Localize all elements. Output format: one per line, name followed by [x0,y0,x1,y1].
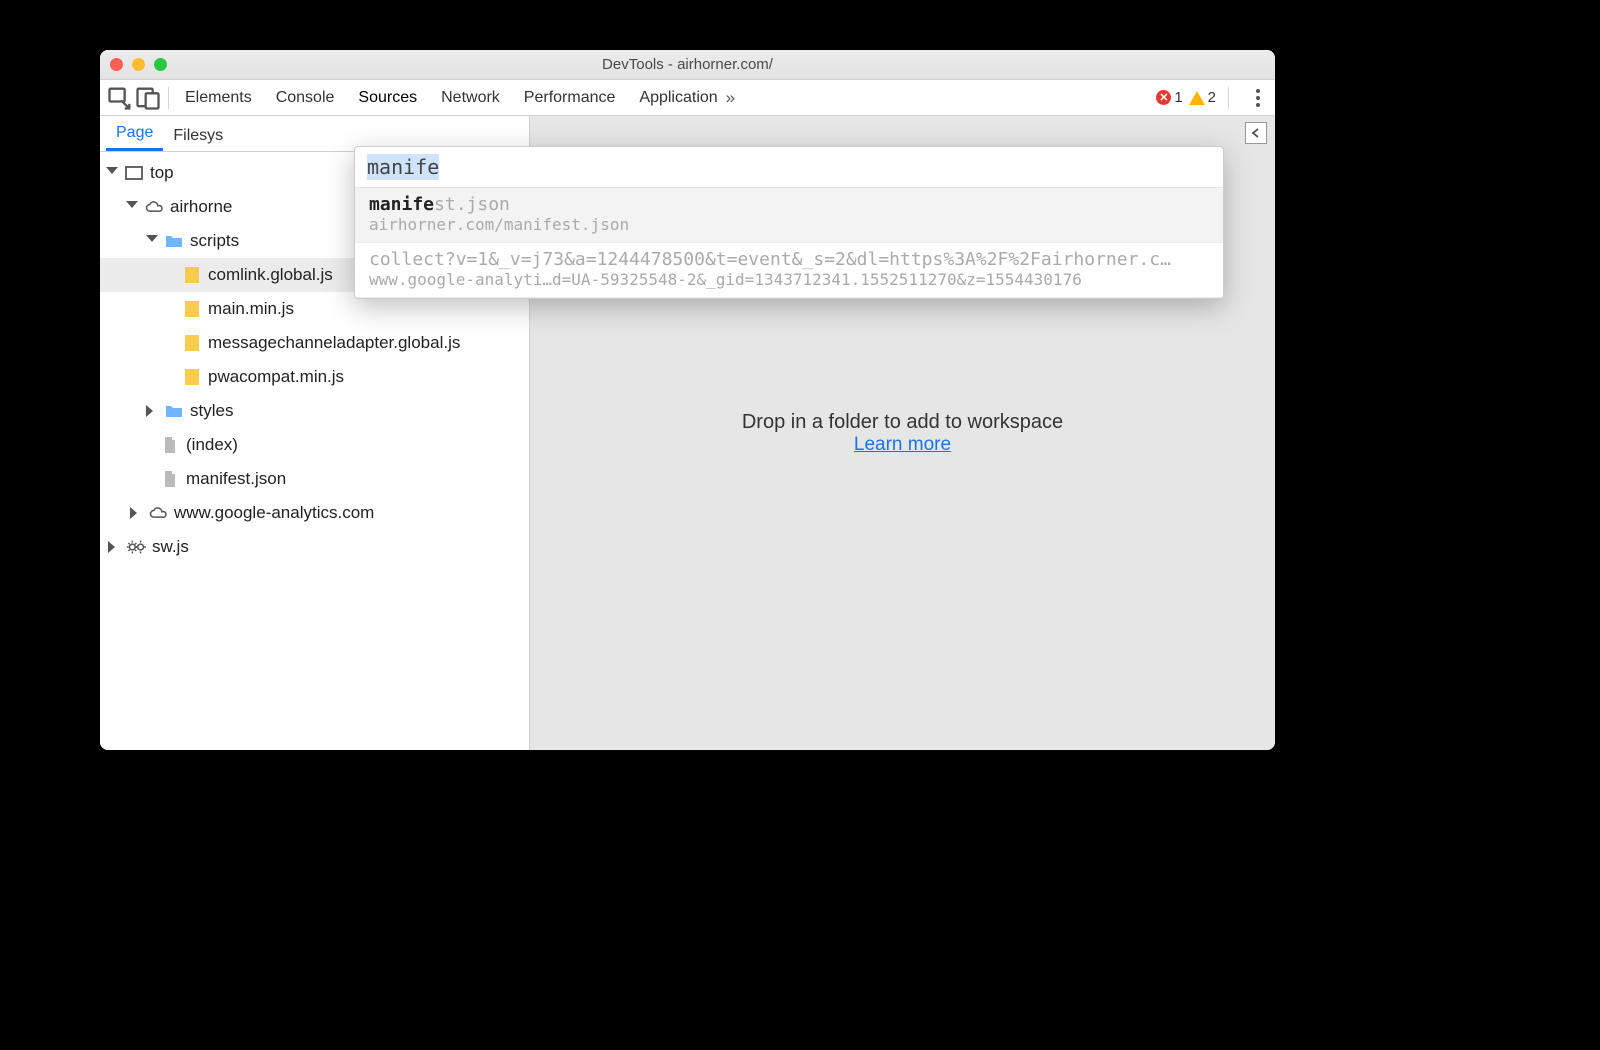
errors-indicator[interactable]: ✕ 1 [1156,89,1182,106]
tree-label: (index) [186,435,238,455]
cloud-icon [144,197,164,217]
tree-label: manifest.json [186,469,286,489]
result-subtitle: www.google-analyti…d=UA-59325548-2&_gid=… [369,270,1209,289]
open-file-result[interactable]: manifest.json airhorner.com/manifest.jso… [355,188,1223,243]
sidebar-tab-page[interactable]: Page [106,118,163,151]
warning-icon [1189,91,1205,105]
tree-file[interactable]: messagechanneladapter.global.js [100,326,529,360]
tree-label: main.min.js [208,299,294,319]
tree-domain-analytics[interactable]: www.google-analytics.com [100,496,529,530]
close-window-button[interactable] [110,58,123,71]
warnings-indicator[interactable]: 2 [1189,89,1216,106]
panel-tabs: Elements Console Sources Network Perform… [185,89,718,107]
chevron-down-icon [146,235,158,247]
zoom-window-button[interactable] [154,58,167,71]
main-toolbar: Elements Console Sources Network Perform… [100,80,1275,116]
workspace-drop-message: Drop in a folder to add to workspace [742,411,1063,434]
document-icon [160,435,180,455]
error-icon: ✕ [1156,90,1171,105]
chevron-right-icon [130,507,142,519]
tree-label: styles [190,401,233,421]
tab-performance[interactable]: Performance [524,89,616,107]
folder-icon [164,231,184,251]
open-file-result[interactable]: collect?v=1&_v=j73&a=1244478500&t=event&… [355,243,1223,298]
search-query: manife [367,154,439,180]
tab-console[interactable]: Console [276,89,335,107]
sidebar-tab-filesystem[interactable]: Filesys [163,121,233,151]
tree-label: comlink.global.js [208,265,333,285]
open-file-dialog: manife manifest.json airhorner.com/manif… [354,146,1224,299]
js-file-icon [182,333,202,353]
result-title: manifest.json [369,194,1209,215]
drawer-toggle-icon[interactable] [1245,122,1267,144]
tab-network[interactable]: Network [441,89,500,107]
more-tabs-icon[interactable]: » [718,88,743,108]
cloud-icon [148,503,168,523]
tree-label: messagechanneladapter.global.js [208,333,460,353]
titlebar: DevTools - airhorner.com/ [100,50,1275,80]
tree-file-index[interactable]: (index) [100,428,529,462]
learn-more-link[interactable]: Learn more [854,434,951,455]
js-file-icon [182,265,202,285]
tree-file-manifest[interactable]: manifest.json [100,462,529,496]
chevron-down-icon [106,167,118,179]
error-count: 1 [1174,89,1182,106]
warning-count: 2 [1208,89,1216,106]
inspect-icon[interactable] [106,84,134,112]
tree-file[interactable]: pwacompat.min.js [100,360,529,394]
tree-service-worker[interactable]: sw.js [100,530,529,564]
tree-label: pwacompat.min.js [208,367,344,387]
result-subtitle: airhorner.com/manifest.json [369,215,1209,234]
tree-folder-styles[interactable]: styles [100,394,529,428]
tab-sources[interactable]: Sources [358,89,417,107]
tree-label: top [150,163,174,183]
tree-label: airhorne [170,197,232,217]
tree-label: scripts [190,231,239,251]
toolbar-separator [1228,87,1229,109]
settings-menu-icon[interactable] [1247,89,1269,107]
tree-label: www.google-analytics.com [174,503,374,523]
toolbar-right: ✕ 1 2 [1156,87,1269,109]
tab-elements[interactable]: Elements [185,89,252,107]
chevron-down-icon [126,201,138,213]
open-file-results: manifest.json airhorner.com/manifest.jso… [355,188,1223,298]
tree-label: sw.js [152,537,189,557]
chevron-right-icon [146,405,158,417]
tab-application[interactable]: Application [639,89,717,107]
traffic-lights [110,58,167,71]
result-title: collect?v=1&_v=j73&a=1244478500&t=event&… [369,249,1209,270]
gear-icon [126,537,146,557]
open-file-input[interactable]: manife [355,147,1223,188]
chevron-right-icon [108,541,120,553]
frame-icon [124,163,144,183]
js-file-icon [182,367,202,387]
devtools-window: DevTools - airhorner.com/ Elements Conso… [100,50,1275,750]
js-file-icon [182,299,202,319]
device-toolbar-icon[interactable] [134,84,162,112]
toolbar-separator [168,87,169,109]
window-title: DevTools - airhorner.com/ [100,56,1275,73]
minimize-window-button[interactable] [132,58,145,71]
folder-icon [164,401,184,421]
document-icon [160,469,180,489]
